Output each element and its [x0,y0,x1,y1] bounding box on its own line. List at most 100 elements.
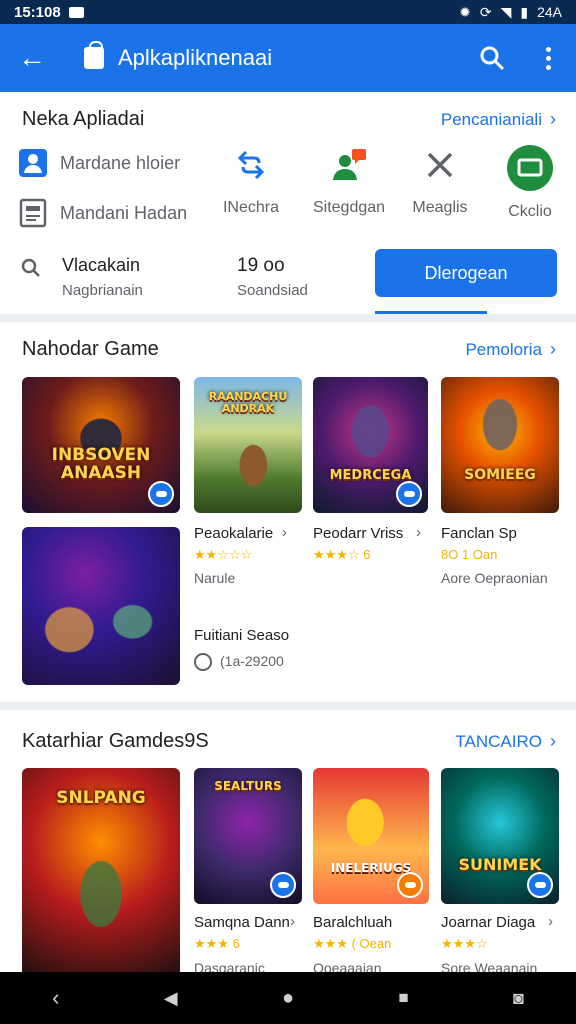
game-thumbnail[interactable]: SEALTURS [194,768,302,904]
primary-button[interactable]: Dlerogean [375,249,557,297]
user-chat-icon [330,148,368,187]
screen-icon [506,144,554,197]
game-art-title: SEALTURS [214,779,282,793]
tool-user-chat[interactable]: Sitegdgan [304,148,394,217]
categories-card-header: Katarhiar Gamdes9S TANCAIRO › [22,730,556,753]
featured-game-meta: (1a-29200 [220,653,284,669]
stat-value: 19 oo [237,255,285,276]
status-right-text: 24A [537,4,562,20]
quick-item-label: Mardane hloier [60,152,181,173]
sync-icon: ⟳ [479,3,492,20]
gamepad-icon [148,481,174,507]
games-card-title: Nahodar Game [22,338,159,360]
shopping-bag-icon [84,41,104,69]
tool-label: INechra [222,199,280,216]
game-subtitle: Aore Oepraonian [441,570,548,586]
gamepad-icon [270,872,296,898]
tab-indicator [375,311,487,314]
game-thumbnail[interactable]: MEDRCEGA [313,377,428,513]
game-art-title: SNLPANG [56,788,146,808]
back-arrow-icon[interactable]: ← [0,44,64,72]
game-name[interactable]: Peaokalarie [194,525,273,542]
game-thumbnail[interactable]: INBSOVEN ANAASH [22,377,180,513]
apps-card-link[interactable]: Pencanianiali [441,110,542,130]
game-rating: ★★★ 6 [194,936,240,951]
gamepad-icon [527,872,553,898]
wifi-icon: ◥ [500,3,512,20]
tool-screen[interactable]: Ckclio [485,144,575,221]
status-icons: ✹ ⟳ ◥ ▮ 24A [459,4,562,21]
status-time: 15:108 [14,3,61,21]
app-title: Aplkapliknenaai [118,45,273,70]
document-icon [18,198,48,228]
stat-label: Soandsiad [237,282,308,299]
tool-label: Ckclio [508,203,552,220]
categories-card-title: Katarhiar Gamdes9S [22,730,209,752]
games-card-header: Nahodar Game Pemoloria › [22,338,556,361]
game-name[interactable]: Samqna Dann [194,914,290,931]
recents-square-icon[interactable]: ■ [398,988,408,1008]
message-icon [68,6,84,18]
tool-swap[interactable]: INechra [206,148,296,217]
clock-icon [194,653,212,671]
apps-card-header: Neka Apliadai Pencanianiali › [22,108,556,131]
system-nav-bar: ‹ ◀ ● ■ ◙ [0,972,576,1024]
tool-close[interactable]: Meaglis [395,148,485,217]
apps-card-title: Neka Apliadai [22,108,145,130]
game-thumbnail[interactable]: SOMIEEG [441,377,559,513]
game-thumbnail[interactable]: INELERIUGS [313,768,429,904]
chevron-right-icon[interactable]: › [290,913,295,930]
quick-item-document[interactable]: Mandani Hadan [18,198,187,228]
categories-card: Katarhiar Gamdes9S TANCAIRO › SNLPANG SE… [0,710,576,978]
more-options-icon[interactable] [520,46,576,70]
chevron-right-icon: › [550,339,556,359]
status-bar: 15:108 ✹ ⟳ ◥ ▮ 24A [0,0,576,24]
search-icon[interactable] [464,45,520,71]
assistant-icon[interactable]: ◙ [513,988,524,1009]
game-thumbnail[interactable]: SUNIMEK [441,768,559,904]
game-rating: 8O 1 Oan [441,547,498,562]
game-thumbnail[interactable]: RAANDACHU ANDRAK [194,377,302,513]
game-subtitle: Narule [194,570,236,586]
game-art-title: INBSOVEN ANAASH [51,445,151,484]
categories-card-link[interactable]: TANCAIRO [455,732,542,752]
game-thumbnail-featured[interactable] [22,527,180,685]
back-gesture-icon[interactable]: ‹ [52,985,59,1011]
swap-arrows-icon [235,148,267,187]
game-art-title: RAANDACHU ANDRAK [208,390,288,415]
gamepad-icon [397,872,423,898]
app-bar: ← Aplkapliknenaai [0,24,576,92]
games-card-link[interactable]: Pemoloria [465,340,542,360]
person-icon [18,148,48,178]
chevron-right-icon[interactable]: › [282,524,287,541]
signal-icon: ▮ [520,3,529,20]
apps-card: Neka Apliadai Pencanianiali › Mardane hl… [0,92,576,314]
game-name[interactable]: Baralchluah [313,914,392,931]
game-name[interactable]: Fanclan Sp [441,525,517,542]
chevron-right-icon: › [550,731,556,751]
game-thumbnail[interactable]: SNLPANG [22,768,180,978]
games-card: Nahodar Game Pemoloria › INBSOVEN ANAASH… [0,322,576,702]
game-name[interactable]: Peodarr Vriss [313,525,403,542]
quick-item-label: Mandani Hadan [60,202,188,223]
search-subtitle: Nagbrianain [62,282,143,299]
featured-game-name[interactable]: Fuitiani Seaso [194,627,289,644]
game-rating: ★★★☆ [441,936,488,951]
tool-label: Sitegdgan [312,199,386,216]
tool-label: Meaglis [412,199,468,216]
game-name[interactable]: Joarnar Diaga [441,914,535,931]
back-triangle-icon[interactable]: ◀ [164,988,178,1009]
chevron-right-icon[interactable]: › [548,913,553,930]
game-rating: ★★★☆ 6 [313,547,371,562]
gamepad-icon [396,481,422,507]
chevron-right-icon: › [550,109,556,129]
game-rating: ★★★ ( Oean [313,936,392,951]
game-rating: ★★☆☆☆ [194,547,253,562]
home-circle-icon[interactable]: ● [282,987,294,1010]
search-title: Vlacakain [62,255,141,275]
chevron-right-icon[interactable]: › [416,524,421,541]
settings-icon: ✹ [459,3,471,20]
search-small-icon [20,257,42,284]
quick-item-person[interactable]: Mardane hloier [18,148,180,178]
close-icon [423,148,457,187]
